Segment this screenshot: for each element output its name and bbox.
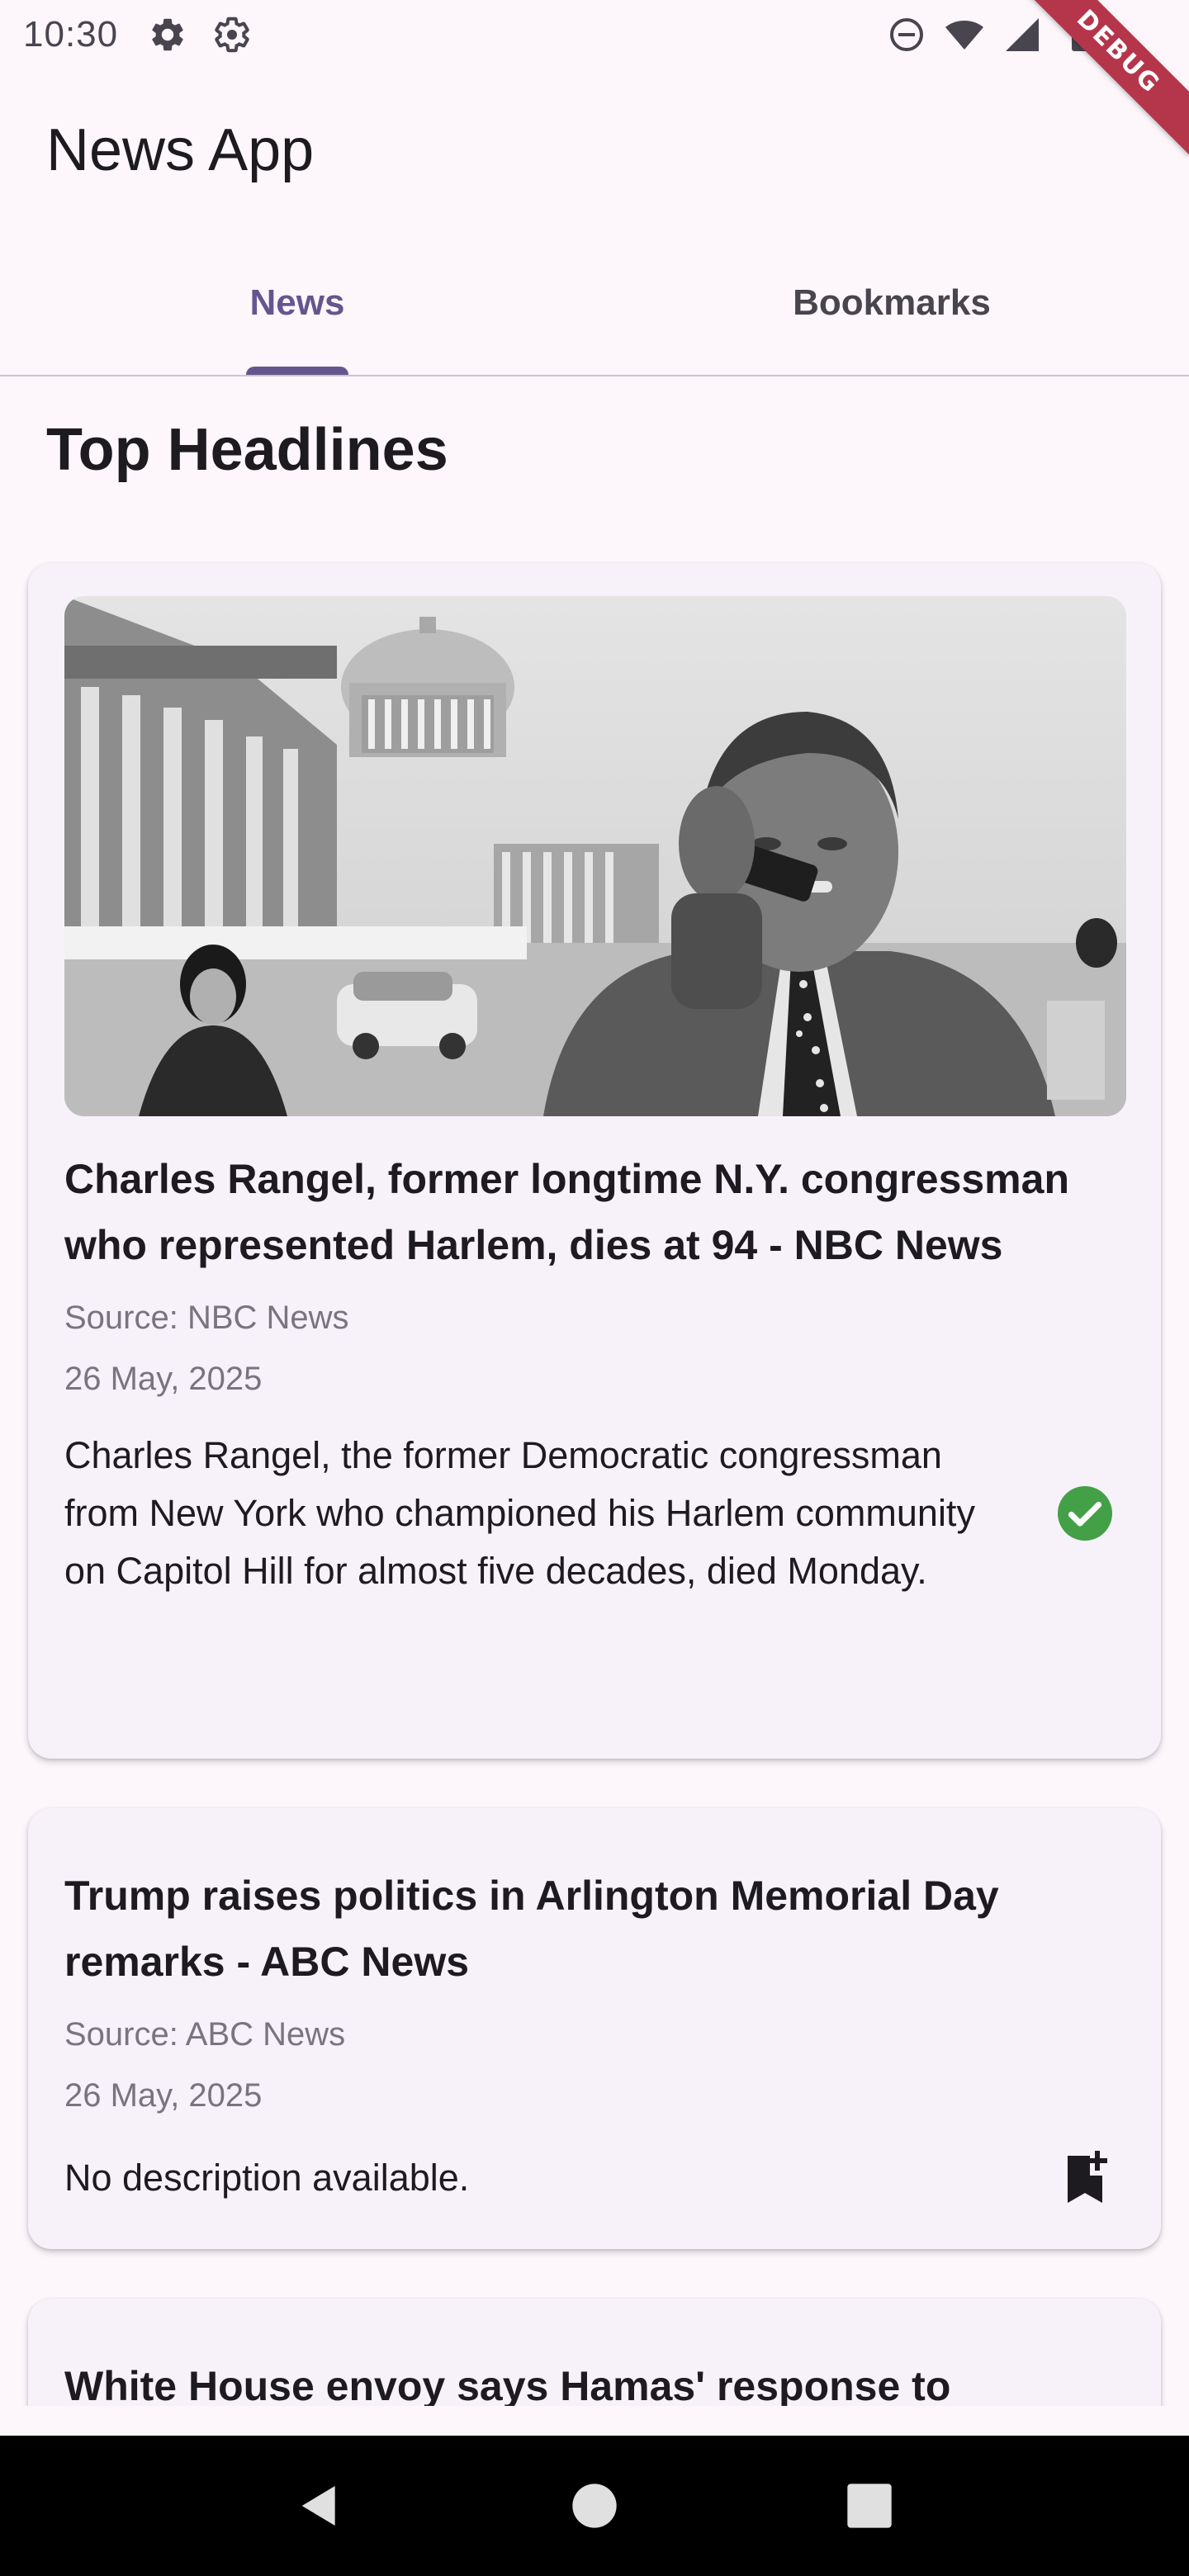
article-description: Charles Rangel, the former Democratic co… xyxy=(64,1434,975,1592)
tab-label: Bookmarks xyxy=(793,282,991,323)
system-navigation-bar xyxy=(0,2436,1189,2576)
article-source: Source: ABC News xyxy=(64,2016,346,2053)
article-image xyxy=(64,596,1126,1116)
recents-icon[interactable] xyxy=(843,2479,896,2532)
article-date: 26 May, 2025 xyxy=(64,1361,263,1397)
article-description-row: No description available. xyxy=(64,2148,1125,2208)
do-not-disturb-icon xyxy=(890,18,923,51)
wifi-icon xyxy=(945,21,983,50)
article-date: 26 May, 2025 xyxy=(64,2077,263,2114)
article-card[interactable]: Trump raises politics in Arlington Memor… xyxy=(28,1808,1161,2249)
app-bar: News App xyxy=(0,69,1189,231)
tab-indicator xyxy=(246,367,348,375)
article-source: Source: NBC News xyxy=(64,1300,349,1336)
content-edge xyxy=(0,2406,1189,2436)
app-title: News App xyxy=(46,117,315,183)
back-icon[interactable] xyxy=(293,2479,346,2532)
check-circle-icon[interactable] xyxy=(1055,1484,1115,1543)
article-description: No description available. xyxy=(64,2157,470,2199)
tab-news[interactable]: News xyxy=(0,231,594,375)
section-title: Top Headlines xyxy=(46,417,448,483)
article-card[interactable]: Charles Rangel, former longtime N.Y. con… xyxy=(28,563,1161,1759)
bookmark-add-icon[interactable] xyxy=(1055,2148,1115,2208)
status-time: 10:30 xyxy=(23,14,119,54)
article-description-row: Charles Rangel, the former Democratic co… xyxy=(64,1427,1125,1600)
article-title[interactable]: Trump raises politics in Arlington Memor… xyxy=(64,1863,1125,1995)
tab-label: News xyxy=(249,282,345,323)
settings-outline-icon xyxy=(215,17,249,53)
tab-bar: News Bookmarks xyxy=(0,231,1189,376)
status-bar: 10:30 xyxy=(0,0,1189,69)
settings-icon xyxy=(152,18,183,51)
tab-bookmarks[interactable]: Bookmarks xyxy=(594,231,1189,375)
article-title[interactable]: Charles Rangel, former longtime N.Y. con… xyxy=(64,1146,1125,1278)
signal-icon xyxy=(1006,18,1039,51)
home-icon[interactable] xyxy=(568,2479,621,2532)
